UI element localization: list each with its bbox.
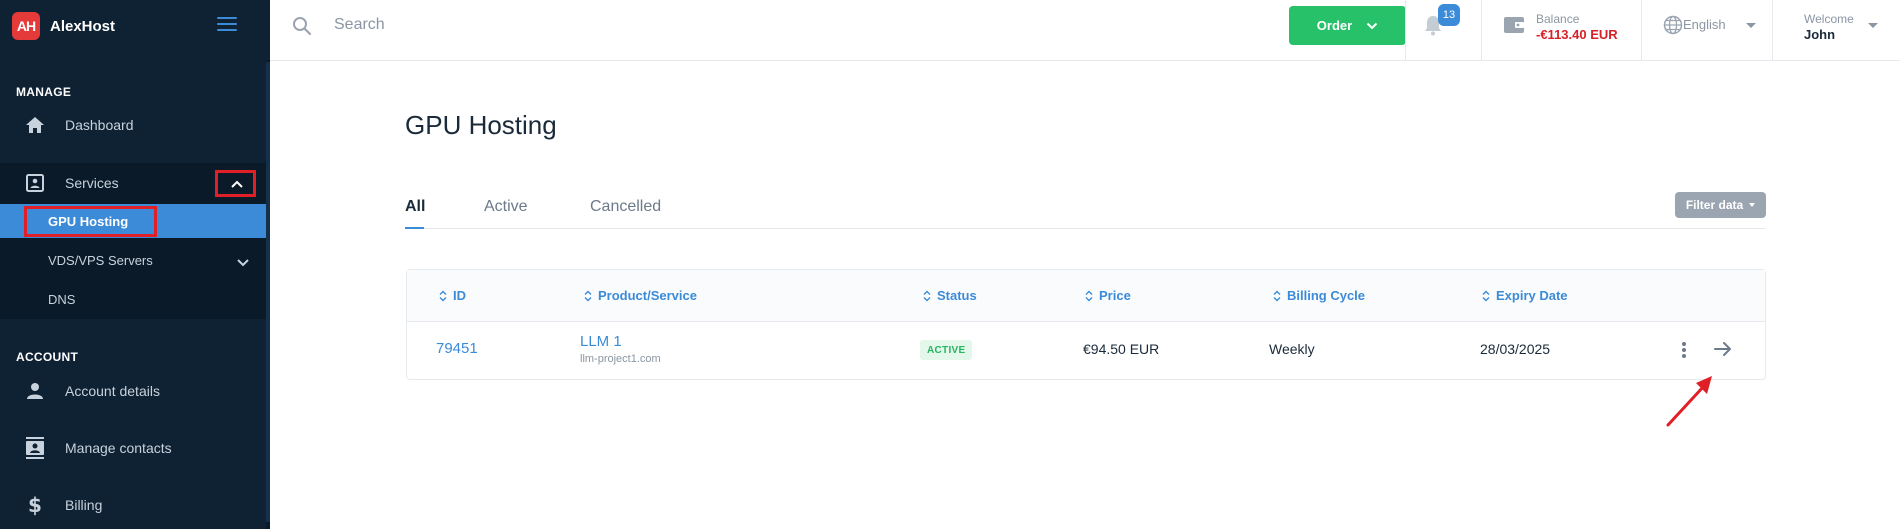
status-tabs: All Active Cancelled [405, 196, 1766, 229]
divider [1405, 0, 1406, 60]
balance-label: Balance [1536, 12, 1580, 26]
order-button[interactable]: Order [1289, 6, 1406, 45]
globe-icon[interactable] [1663, 15, 1683, 40]
sort-icon [584, 290, 592, 301]
sort-icon [1482, 290, 1490, 301]
search-input[interactable] [334, 12, 834, 38]
sidebar-item-label: Dashboard [65, 117, 134, 133]
brand-name: AlexHost [50, 17, 116, 35]
sidebar-subitem-vds-vps[interactable]: VDS/VPS Servers [0, 243, 266, 277]
services-table: ID Product/Service Status Price Billing … [406, 269, 1766, 380]
arrow-right-icon[interactable] [1712, 338, 1734, 365]
top-bar: Order 13 Balance -€113.40 EUR English We… [270, 0, 1900, 61]
sidebar-subitem-label: VDS/VPS Servers [48, 252, 153, 268]
sidebar-scrollbar[interactable] [266, 62, 270, 522]
section-label-account: ACCOUNT [16, 350, 79, 364]
expiry-date-value: 28/03/2025 [1480, 341, 1551, 357]
divider [1772, 0, 1773, 60]
sort-icon [439, 290, 447, 301]
annotation-arrow-icon [1660, 370, 1720, 435]
price-value: €94.50 EUR [1083, 341, 1160, 357]
sidebar-item-manage-contacts[interactable]: Manage contacts [0, 428, 266, 468]
billing-cycle-value: Weekly [1269, 341, 1315, 357]
home-icon [24, 114, 46, 136]
sidebar-item-account-details[interactable]: Account details [0, 371, 266, 411]
active-tab-indicator [405, 227, 424, 229]
language-select[interactable]: English [1683, 17, 1726, 32]
brand[interactable]: AH AlexHost [12, 12, 115, 40]
column-header-id[interactable]: ID [439, 288, 466, 303]
column-header-billing-cycle[interactable]: Billing Cycle [1273, 288, 1365, 303]
caret-down-icon[interactable] [1746, 23, 1756, 28]
wallet-icon [1503, 16, 1525, 39]
column-header-price[interactable]: Price [1085, 288, 1131, 303]
filter-data-button[interactable]: Filter data [1675, 192, 1766, 218]
menu-toggle-icon[interactable] [217, 17, 237, 33]
sidebar-item-dashboard[interactable]: Dashboard [0, 105, 266, 145]
sidebar-item-label: Services [65, 175, 119, 191]
contacts-book-icon [24, 437, 46, 459]
notification-badge[interactable]: 13 [1438, 4, 1460, 26]
highlight-box-gpu-hosting [24, 206, 157, 237]
person-icon [24, 380, 46, 402]
sidebar-item-label: Account details [65, 383, 160, 399]
product-domain: llm-project1.com [580, 353, 661, 365]
table-header: ID Product/Service Status Price Billing … [407, 270, 1765, 322]
sort-icon [1085, 290, 1093, 301]
product-name-link[interactable]: LLM 1 [580, 333, 622, 350]
contact-card-icon [24, 172, 46, 194]
svg-text:$: $ [28, 494, 42, 516]
page-title: GPU Hosting [405, 110, 557, 140]
search-icon[interactable] [292, 16, 312, 41]
sort-icon [1273, 290, 1281, 301]
tab-active[interactable]: Active [484, 198, 528, 216]
caret-down-icon [1749, 203, 1756, 207]
dollar-icon: $ [24, 494, 46, 516]
sidebar-subitem-label: DNS [48, 291, 76, 307]
sidebar-item-billing[interactable]: $ Billing [0, 485, 266, 525]
caret-down-icon[interactable] [1868, 23, 1878, 28]
column-header-status[interactable]: Status [923, 288, 977, 303]
filter-button-label: Filter data [1685, 198, 1744, 212]
sidebar-item-label: Billing [65, 497, 103, 513]
tab-cancelled[interactable]: Cancelled [590, 198, 661, 216]
divider [1481, 0, 1482, 60]
order-button-label: Order [1316, 18, 1353, 33]
status-badge: ACTIVE [920, 340, 973, 360]
divider [1641, 0, 1642, 60]
welcome-label: Welcome [1804, 12, 1854, 26]
user-name[interactable]: John [1804, 27, 1835, 42]
chevron-down-icon [1366, 18, 1378, 33]
sort-icon [923, 290, 931, 301]
chevron-down-icon[interactable] [236, 255, 250, 273]
more-options-icon[interactable] [1681, 340, 1687, 360]
brand-logo-icon: AH [12, 12, 40, 40]
balance-value[interactable]: -€113.40 EUR [1536, 27, 1618, 42]
highlight-box-collapse [215, 170, 256, 197]
column-header-product[interactable]: Product/Service [584, 288, 697, 303]
tab-all[interactable]: All [405, 198, 425, 216]
sidebar-subitem-dns[interactable]: DNS [0, 282, 266, 316]
sidebar: AH AlexHost MANAGE Dashboard Services GP… [0, 0, 270, 529]
service-id-link[interactable]: 79451 [436, 340, 478, 357]
sidebar-item-label: Manage contacts [65, 440, 172, 456]
section-label-manage: MANAGE [16, 85, 72, 99]
column-header-expiry-date[interactable]: Expiry Date [1482, 288, 1568, 303]
